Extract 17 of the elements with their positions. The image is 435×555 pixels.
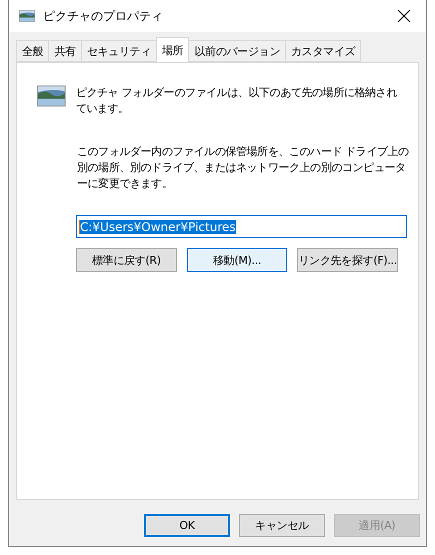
- tab[interactable]: カスタマイズ: [285, 40, 362, 62]
- tab[interactable]: 以前のバージョン: [188, 40, 286, 62]
- path-field[interactable]: C:¥Users¥Owner¥Pictures: [76, 215, 407, 238]
- intro-text: ピクチャ フォルダーのファイルは、以下のあて先の場所に格納されています。: [76, 85, 398, 117]
- tab[interactable]: 共有: [48, 40, 82, 62]
- dialog-button[interactable]: OK: [144, 514, 230, 537]
- dialog-button[interactable]: キャンセル: [239, 514, 325, 537]
- location-button[interactable]: リンク先を探す(F)...: [297, 248, 398, 272]
- location-button[interactable]: 移動(M)...: [186, 248, 288, 272]
- location-button[interactable]: 標準に戻す(R): [76, 248, 177, 272]
- folder-picture-icon: [37, 85, 66, 107]
- folder-picture-icon: [19, 10, 35, 22]
- tab[interactable]: セキュリティ: [80, 40, 158, 62]
- description-text: このフォルダー内のファイルの保管場所を、このハード ドライブ上の別の場所、別のドライブ、またはネットワーク上の別のコンピューターに変更できます。: [77, 144, 410, 192]
- tab[interactable]: 場所: [156, 37, 190, 62]
- tab[interactable]: 全般: [16, 40, 50, 62]
- window-title: ピクチャのプロパティ: [43, 8, 164, 24]
